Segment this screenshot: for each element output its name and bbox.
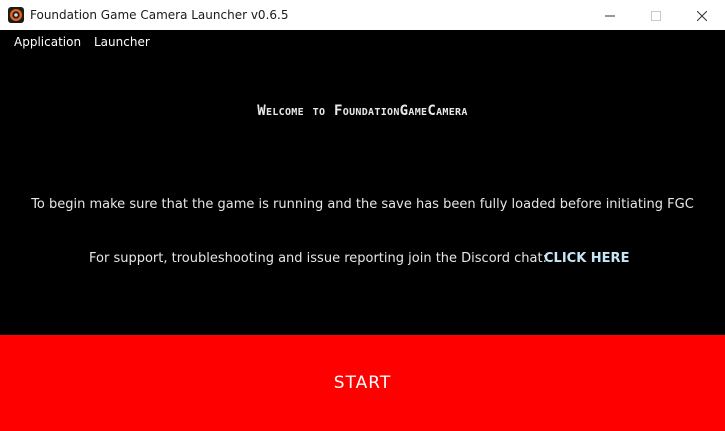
- close-button[interactable]: [679, 0, 725, 30]
- minimize-icon: [605, 6, 615, 25]
- camera-lens-icon: [8, 7, 24, 23]
- title-bar: Foundation Game Camera Launcher v0.6.5: [0, 0, 725, 30]
- support-text: For support, troubleshooting and issue r…: [89, 251, 547, 266]
- menu-application[interactable]: Application: [8, 30, 87, 54]
- menu-launcher[interactable]: Launcher: [88, 30, 156, 54]
- launcher-window: Foundation Game Camera Launcher v0.6.5 A…: [0, 0, 725, 431]
- instruction-text: To begin make sure that the game is runn…: [31, 197, 694, 212]
- support-row: For support, troubleshooting and issue r…: [0, 251, 725, 271]
- maximize-button[interactable]: [633, 0, 679, 30]
- welcome-heading: Welcome to FoundationGameCamera: [257, 103, 468, 119]
- close-icon: [696, 6, 708, 25]
- maximize-icon: [651, 6, 661, 25]
- discord-link[interactable]: CLICK HERE: [544, 251, 629, 266]
- start-button[interactable]: START: [0, 335, 725, 431]
- minimize-button[interactable]: [587, 0, 633, 30]
- menu-bar: Application Launcher: [0, 30, 725, 54]
- window-title: Foundation Game Camera Launcher v0.6.5: [30, 8, 289, 22]
- start-button-label: START: [333, 373, 392, 393]
